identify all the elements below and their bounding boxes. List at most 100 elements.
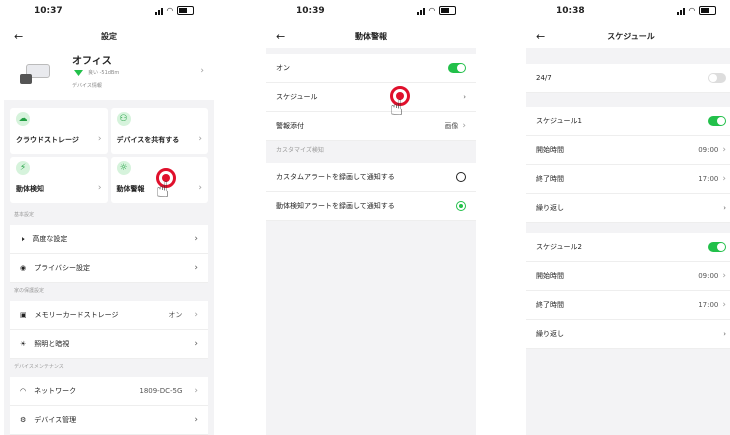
option-label: カスタムアラートを録画して通知する <box>276 173 395 181</box>
speaker-icon: 🕨 <box>20 234 25 243</box>
hand-pointer-icon: ☝ <box>156 178 170 203</box>
device-info-link[interactable]: デバイス情報 <box>72 82 102 89</box>
row-alarm-attachment[interactable]: 警報添付 画像 › <box>266 112 476 141</box>
chevron-right-icon: › <box>97 134 102 144</box>
section-label: デバイスメンテナンス <box>14 364 64 370</box>
page-title: 動体警報 <box>355 32 387 41</box>
row-label: 24/7 <box>536 74 552 82</box>
row-start-time[interactable]: 開始時間 09:00 › <box>526 262 730 291</box>
signal-strength: 良い -51dBm <box>88 70 120 76</box>
toggle-switch[interactable] <box>708 242 726 252</box>
row-memory-card[interactable]: ▣ メモリーカードストレージ オン › <box>10 301 208 330</box>
row-always: 24/7 <box>526 64 730 93</box>
row-repeat[interactable]: 繰り返し › <box>526 194 730 223</box>
back-arrow-icon[interactable]: ← <box>276 26 285 48</box>
radio-button[interactable] <box>456 172 466 182</box>
cloud-icon: ☁ <box>16 112 30 126</box>
toggle-switch[interactable] <box>448 63 466 73</box>
row-value: 1809-DC-5G <box>139 387 183 395</box>
nav-bar: ← スケジュール <box>526 26 730 48</box>
row-label: ネットワーク <box>34 387 77 395</box>
schedule-screen: 10:38 ◠ ← スケジュール 24/7 スケジュール1 開始時間 09:00 ›… <box>526 0 730 435</box>
nav-bar: ← 設定 <box>4 26 214 48</box>
alarm-icon: ☼ <box>116 161 131 175</box>
row-end-time[interactable]: 終了時間 17:00 › <box>526 165 730 194</box>
status-bar: 10:38 ◠ <box>526 0 730 26</box>
status-time: 10:38 <box>556 6 585 16</box>
toggle-switch[interactable] <box>708 116 726 126</box>
chevron-right-icon: › <box>723 330 726 338</box>
row-schedule2: スケジュール2 <box>526 233 730 262</box>
row-value: 17:00 <box>698 301 719 309</box>
page-title: 設定 <box>101 32 117 41</box>
camera-image <box>18 58 54 84</box>
back-arrow-icon[interactable]: ← <box>14 26 23 48</box>
signal-icon <box>154 7 163 15</box>
option-custom-alert[interactable]: カスタムアラートを録画して通知する <box>266 163 476 192</box>
row-label: オン <box>276 64 290 72</box>
signal-icon <box>676 7 685 15</box>
row-label: 照明と暗視 <box>34 340 70 348</box>
chevron-right-icon: › <box>194 310 198 320</box>
chevron-right-icon: › <box>194 339 198 349</box>
row-on: オン <box>266 54 476 83</box>
row-network[interactable]: ◠ ネットワーク 1809-DC-5G › <box>10 377 208 406</box>
chevron-right-icon: › <box>194 415 198 425</box>
section-label: 基本設定 <box>14 212 35 218</box>
chevron-right-icon: › <box>194 386 198 396</box>
row-device-management[interactable]: ⚙ デバイス管理 › <box>10 406 208 435</box>
row-label: 終了時間 <box>536 175 564 183</box>
section-label: カスタマイズ検知 <box>276 147 324 154</box>
row-value: 09:00 <box>698 146 719 154</box>
motion-icon: ⚡ <box>16 161 30 175</box>
section-label: 家の保護設定 <box>14 288 45 294</box>
chevron-right-icon: › <box>198 134 202 144</box>
toggle-switch[interactable] <box>708 73 726 83</box>
chevron-right-icon: › <box>194 234 198 244</box>
eye-off-icon: ◉ <box>20 264 27 272</box>
row-schedule[interactable]: スケジュール › <box>266 83 476 112</box>
row-label: 繰り返し <box>536 330 564 338</box>
tile-label: 動体検知 <box>16 185 44 193</box>
tile-cloud-storage[interactable]: ☁ クラウドストレージ › <box>10 108 108 154</box>
wifi-status-icon: ◠ <box>428 6 435 15</box>
chevron-right-icon: › <box>723 204 726 212</box>
row-value: 09:00 <box>698 272 719 280</box>
radio-button-selected[interactable] <box>456 201 466 211</box>
option-motion-alert[interactable]: 動体検知アラートを録画して通知する <box>266 192 476 221</box>
tile-motion-detection[interactable]: ⚡ 動体検知 › <box>10 157 108 203</box>
row-value: 17:00 <box>698 175 719 183</box>
back-arrow-icon[interactable]: ← <box>536 26 545 48</box>
row-label: スケジュール2 <box>536 243 582 251</box>
row-repeat[interactable]: 繰り返し › <box>526 320 730 349</box>
chevron-right-icon: › <box>200 66 204 76</box>
nav-bar: ← 動体警報 <box>266 26 476 48</box>
row-privacy-settings[interactable]: ◉ プライバシー設定 › <box>10 254 208 283</box>
row-label: 終了時間 <box>536 301 564 309</box>
chevron-right-icon: › <box>722 300 726 310</box>
row-end-time[interactable]: 終了時間 17:00 › <box>526 291 730 320</box>
row-start-time[interactable]: 開始時間 09:00 › <box>526 136 730 165</box>
battery-icon <box>177 6 194 15</box>
device-card[interactable]: オフィス 良い -51dBm デバイス情報 › <box>4 48 214 100</box>
battery-icon <box>439 6 456 15</box>
device-manage-icon: ⚙ <box>20 416 27 424</box>
wifi-icon: ◠ <box>20 387 27 395</box>
chevron-right-icon: › <box>194 263 198 273</box>
sd-card-icon: ▣ <box>20 311 27 319</box>
row-label: 繰り返し <box>536 204 564 212</box>
settings-screen: 10:37 ◠ ← 設定 オフィス 良い -51dBm デバイス情報 › ☁ クラ… <box>4 0 214 435</box>
status-bar: 10:39 ◠ <box>266 0 476 26</box>
row-value: オン <box>168 311 183 319</box>
row-night-vision[interactable]: ☀ 照明と暗視 › <box>10 330 208 359</box>
motion-alarm-screen: 10:39 ◠ ← 動体警報 オン スケジュール › 警報添付 画像 › カスタマイズ… <box>266 0 476 435</box>
option-label: 動体検知アラートを録画して通知する <box>276 202 395 210</box>
chevron-right-icon: › <box>722 174 726 184</box>
row-label: 開始時間 <box>536 272 564 280</box>
tile-share-device[interactable]: ⚇ デバイスを共有する › <box>110 108 208 154</box>
tile-label: デバイスを共有する <box>116 136 180 144</box>
status-time: 10:39 <box>296 6 325 16</box>
chevron-right-icon: › <box>463 93 466 101</box>
page-title: スケジュール <box>607 32 655 41</box>
row-advanced-settings[interactable]: 🕨 高度な設定 › <box>10 225 208 254</box>
